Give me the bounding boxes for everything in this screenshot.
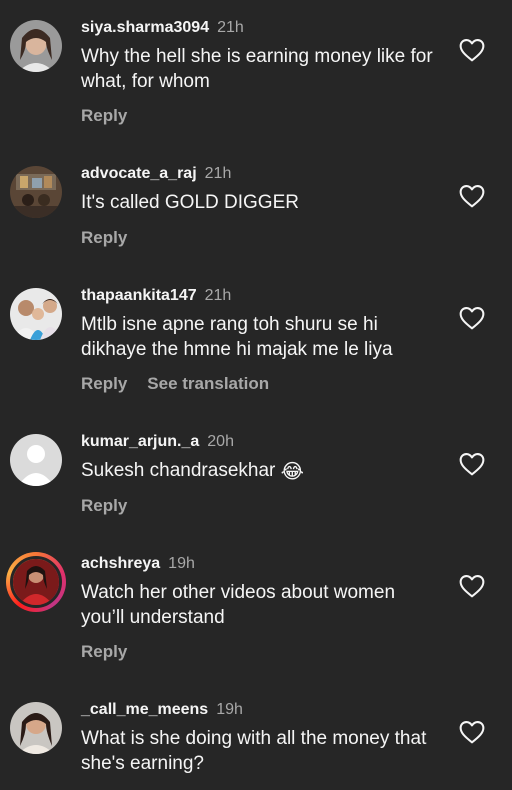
comment-time: 19h xyxy=(168,555,195,572)
comment-username[interactable]: _call_me_meens xyxy=(81,701,208,718)
avatar-image xyxy=(10,166,62,218)
reply-button[interactable]: Reply xyxy=(81,496,127,515)
comment-meta: achshreya 19h xyxy=(81,554,195,574)
like-button[interactable] xyxy=(459,720,485,744)
like-button[interactable] xyxy=(459,306,485,330)
comment-meta: thapaankita147 21h xyxy=(81,286,231,306)
comment-text: What is she doing with all the money tha… xyxy=(81,728,427,774)
comment-time: 19h xyxy=(216,701,243,718)
avatar-image xyxy=(10,702,62,754)
avatar[interactable] xyxy=(10,288,62,340)
comment-meta: siya.sharma3094 21h xyxy=(81,18,244,38)
comment-time: 21h xyxy=(204,165,232,182)
heart-outline-icon xyxy=(459,721,485,744)
comment-time: 21h xyxy=(217,19,244,36)
comment-username[interactable]: thapaankita147 xyxy=(81,287,197,304)
comment-actions: Reply See translation xyxy=(81,374,269,394)
avatar[interactable] xyxy=(10,20,62,72)
comment-meta: kumar_arjun._a 20h xyxy=(81,432,234,452)
like-button[interactable] xyxy=(459,184,485,208)
comments-list: siya.sharma3094 21h Why the hell she is e… xyxy=(0,0,512,790)
comment-meta: advocate_a_raj 21h xyxy=(81,164,231,184)
reply-button[interactable]: Reply xyxy=(81,642,127,661)
avatar[interactable] xyxy=(10,702,62,754)
like-button[interactable] xyxy=(459,452,485,476)
avatar-image xyxy=(10,288,62,340)
avatar-image xyxy=(13,559,59,605)
like-button[interactable] xyxy=(459,574,485,598)
comment-meta: _call_me_meens 19h xyxy=(81,700,243,720)
comment-text: Why the hell she is earning money like f… xyxy=(81,46,433,92)
reply-button[interactable]: Reply xyxy=(81,374,127,393)
avatar xyxy=(10,556,62,608)
comment-text: Watch her other videos about women you’l… xyxy=(81,582,396,628)
avatar-default[interactable] xyxy=(10,434,62,486)
see-translation-button[interactable]: See translation xyxy=(147,374,269,393)
avatar[interactable] xyxy=(10,166,62,218)
comment-text: Mtlb isne apne rang toh shuru se hi dikh… xyxy=(81,314,393,360)
comment-text: Sukesh chandrasekhar 😂 xyxy=(81,459,441,484)
laugh-emoji: 😂 xyxy=(280,459,304,483)
heart-outline-icon xyxy=(459,307,485,330)
reply-button[interactable]: Reply xyxy=(81,106,127,125)
comment-actions: Reply xyxy=(81,106,127,126)
reply-button[interactable]: Reply xyxy=(81,228,127,247)
comment-text-content: Sukesh chandrasekhar xyxy=(81,460,276,481)
like-button[interactable] xyxy=(459,38,485,62)
comment-text: It's called GOLD DIGGER xyxy=(81,192,299,213)
comment-username[interactable]: achshreya xyxy=(81,555,160,572)
comment-actions: Reply xyxy=(81,642,127,662)
comment-time: 21h xyxy=(204,287,232,304)
heart-outline-icon xyxy=(459,185,485,208)
comment-username[interactable]: advocate_a_raj xyxy=(81,165,197,182)
comment-actions: Reply xyxy=(81,496,127,516)
heart-outline-icon xyxy=(459,453,485,476)
comment-username[interactable]: siya.sharma3094 xyxy=(81,19,209,36)
comment-actions: Reply xyxy=(81,228,127,248)
comment-time: 20h xyxy=(207,433,234,450)
comment-username[interactable]: kumar_arjun._a xyxy=(81,433,199,450)
heart-outline-icon xyxy=(459,575,485,598)
heart-outline-icon xyxy=(459,39,485,62)
avatar-image xyxy=(10,20,62,72)
default-user-icon xyxy=(10,434,62,486)
avatar-with-story-ring[interactable] xyxy=(6,552,66,612)
